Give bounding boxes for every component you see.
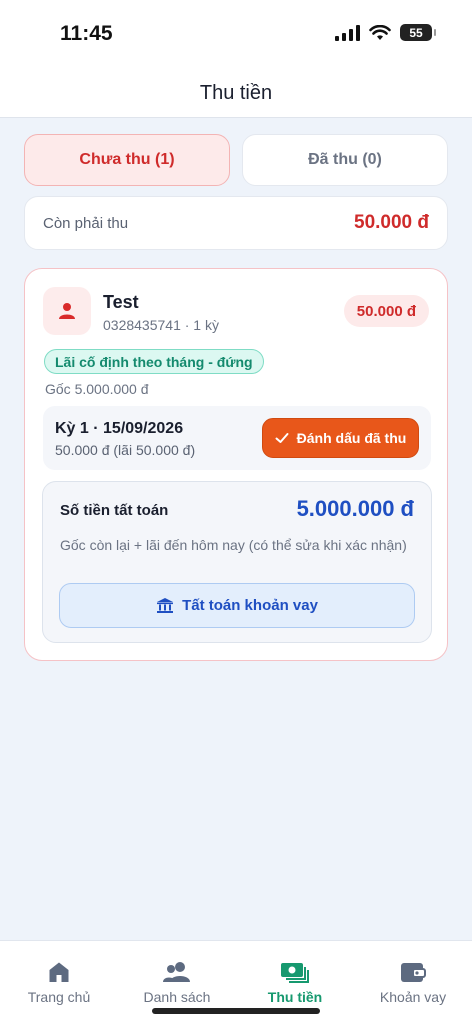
period-title: Kỳ 1 · 15/09/2026 — [55, 420, 184, 437]
page-title: Thu tiền — [0, 70, 472, 118]
bank-icon — [157, 598, 174, 613]
principal-text: Gốc 5.000.000 đ — [45, 381, 149, 397]
remaining-label: Còn phải thu — [43, 214, 129, 232]
check-icon — [275, 433, 289, 443]
customer-phone: 0328435741 · 1 kỳ — [103, 317, 219, 333]
settlement-amount: 5.000.000 đ — [296, 496, 414, 521]
settlement-label: Số tiền tất toán — [60, 502, 169, 519]
nav-item-home[interactable]: Trang chủ — [0, 941, 118, 1024]
customer-name: Test — [103, 292, 139, 312]
cash-icon — [281, 963, 309, 983]
period-detail: 50.000 đ (lãi 50.000 đ) — [55, 442, 196, 458]
nav-label-list: Danh sách — [143, 989, 211, 1005]
nav-label-loans: Khoản vay — [379, 989, 447, 1005]
user-icon — [59, 303, 75, 319]
loan-type-badge: Lãi cố định theo tháng - đứng — [44, 349, 264, 374]
settlement-note: Gốc còn lại + lãi đến hôm nay (có thể sử… — [60, 537, 407, 553]
avatar — [43, 287, 91, 335]
home-icon — [49, 962, 69, 982]
nav-label-home: Trang chủ — [27, 989, 91, 1005]
users-icon — [163, 962, 190, 982]
remaining-summary: Còn phải thu 50.000 đ — [24, 196, 448, 250]
remaining-amount: 50.000 đ — [354, 212, 429, 233]
nav-label-collect: Thu tiền — [267, 989, 323, 1005]
tab-paid[interactable]: Đã thu (0) — [242, 134, 448, 186]
wifi-icon — [369, 24, 391, 40]
amount-badge: 50.000 đ — [343, 295, 429, 327]
settle-loan-button[interactable]: Tất toán khoản vay — [59, 583, 415, 628]
status-bar: 11:45 55 — [0, 0, 472, 70]
battery-icon: 55 — [400, 24, 436, 41]
wallet-icon — [401, 963, 426, 982]
cellular-signal-icon — [335, 24, 360, 41]
status-icons: 55 — [335, 24, 436, 41]
settle-loan-label: Tất toán khoản vay — [182, 597, 318, 614]
tab-unpaid[interactable]: Chưa thu (1) — [24, 134, 230, 186]
nav-item-loans[interactable]: Khoản vay — [354, 941, 472, 1024]
status-time: 11:45 — [60, 22, 113, 45]
mark-paid-label: Đánh dấu đã thu — [296, 430, 407, 446]
period-row: Kỳ 1 · 15/09/2026 50.000 đ (lãi 50.000 đ… — [43, 406, 431, 470]
settlement-box: Số tiền tất toán 5.000.000 đ Gốc còn lại… — [42, 481, 432, 643]
home-indicator — [152, 1008, 320, 1014]
tab-bar: Chưa thu (1) Đã thu (0) — [24, 134, 448, 186]
collection-card: Test 0328435741 · 1 kỳ 50.000 đ Lãi cố đ… — [24, 268, 448, 661]
mark-paid-button[interactable]: Đánh dấu đã thu — [262, 418, 419, 458]
